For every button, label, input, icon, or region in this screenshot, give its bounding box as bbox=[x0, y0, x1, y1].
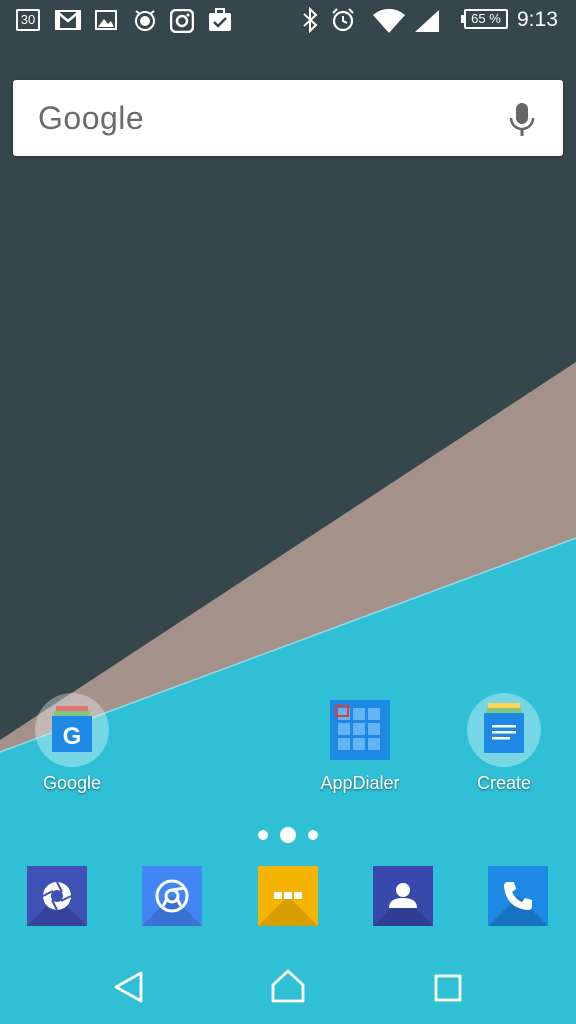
calendar-day: 30 bbox=[20, 12, 36, 27]
home-icon[interactable] bbox=[270, 968, 306, 1004]
contacts-icon[interactable] bbox=[373, 866, 433, 926]
create-folder[interactable]: Create bbox=[449, 692, 559, 802]
page-dot[interactable] bbox=[308, 830, 318, 840]
bluetooth-icon bbox=[303, 7, 318, 33]
home-screen: 30 65 % 9:13 Google G Google AppDialer C… bbox=[0, 0, 576, 1024]
app-label: Create bbox=[476, 773, 532, 793]
page-dot[interactable] bbox=[258, 830, 268, 840]
app-label: AppDialer bbox=[320, 773, 400, 793]
phone-icon[interactable] bbox=[488, 866, 548, 926]
battery-percent: 65 % bbox=[471, 11, 501, 26]
appdialer-icon bbox=[330, 700, 390, 760]
instagram-icon bbox=[170, 9, 194, 33]
google-logo: Google bbox=[38, 100, 145, 136]
alarm-app-icon bbox=[135, 10, 155, 31]
recents-icon[interactable] bbox=[434, 974, 462, 1002]
chrome-icon[interactable] bbox=[142, 866, 202, 926]
google-folder[interactable]: G Google bbox=[17, 692, 127, 802]
signal-icon bbox=[415, 10, 439, 32]
mic-icon[interactable] bbox=[509, 102, 535, 138]
app-drawer-icon[interactable] bbox=[258, 866, 318, 926]
calendar-icon: 30 bbox=[16, 9, 40, 31]
google-search-bar[interactable]: Google bbox=[13, 80, 563, 156]
tasks-icon bbox=[209, 8, 231, 31]
create-folder-icon bbox=[467, 693, 541, 767]
wifi-icon bbox=[373, 8, 405, 33]
back-icon[interactable] bbox=[112, 970, 144, 1004]
camera-aperture-icon[interactable] bbox=[27, 866, 87, 926]
google-folder-icon: G bbox=[35, 693, 109, 767]
appdialer-app[interactable]: AppDialer bbox=[305, 692, 415, 802]
svg-text:G: G bbox=[63, 723, 82, 750]
battery-icon: 65 % bbox=[461, 9, 508, 29]
gallery-icon bbox=[95, 10, 117, 30]
page-dot-current[interactable] bbox=[280, 827, 296, 843]
app-label: Google bbox=[42, 773, 102, 793]
status-bar: 30 65 % 9:13 bbox=[0, 0, 576, 42]
navigation-bar bbox=[0, 944, 576, 1024]
page-indicator bbox=[0, 826, 576, 846]
alarm-icon bbox=[332, 8, 354, 32]
gmail-icon bbox=[55, 10, 81, 30]
clock: 9:13 bbox=[517, 8, 558, 31]
